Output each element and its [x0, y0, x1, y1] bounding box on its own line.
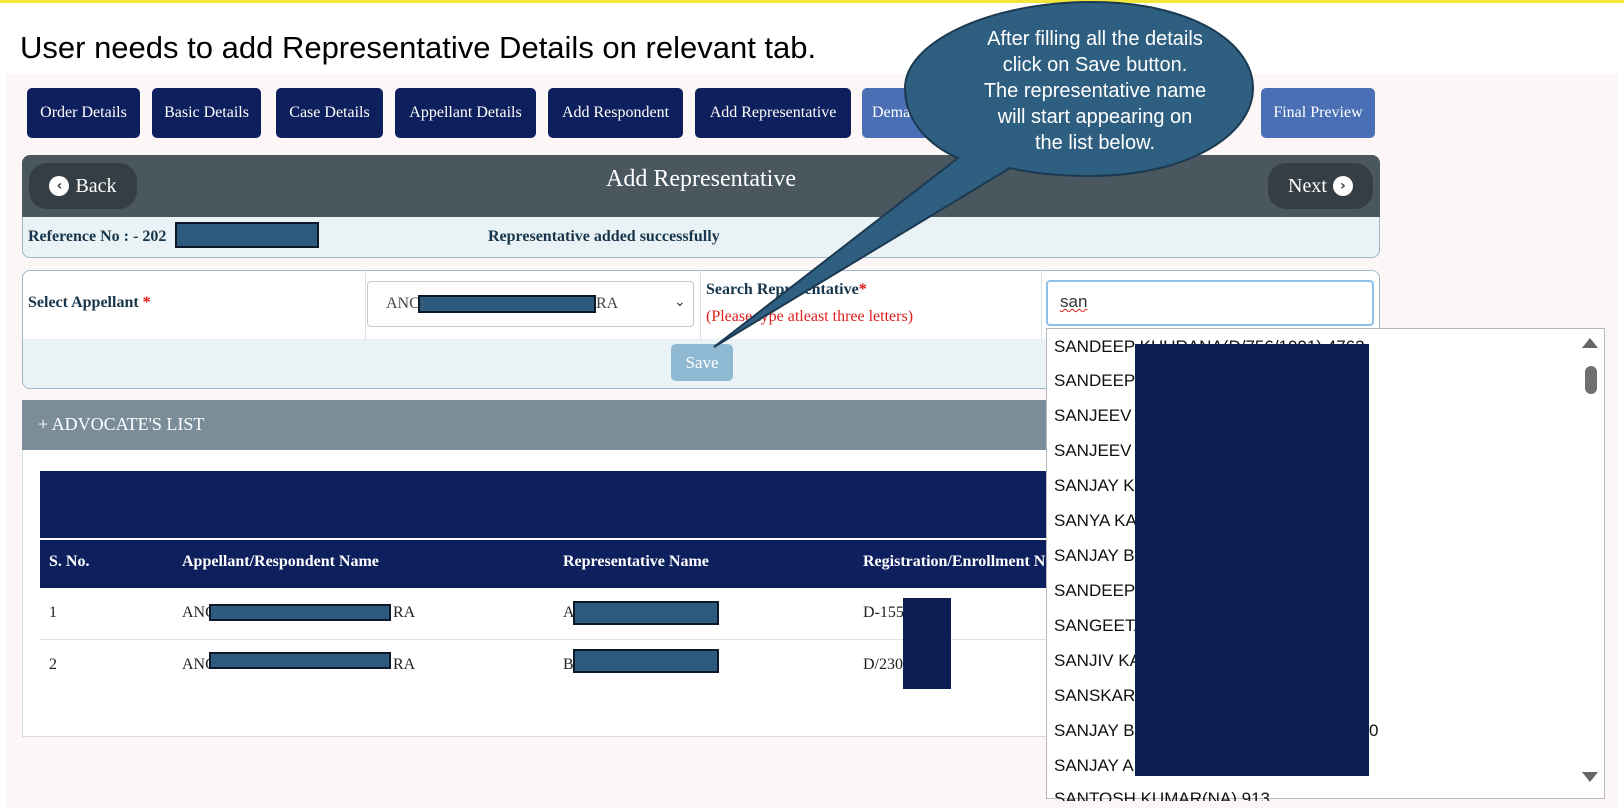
callout-bubble [713, 0, 1255, 348]
callout-line: click on Save button. [1002, 54, 1188, 76]
callout-line: will start appearing on [997, 106, 1193, 128]
callout-line: The representative name [983, 80, 1207, 102]
callout-line: After filling all the details [987, 28, 1203, 50]
callout-line: the list below. [1034, 132, 1156, 154]
callout-text: After filling all the details click on S… [935, 26, 1255, 156]
